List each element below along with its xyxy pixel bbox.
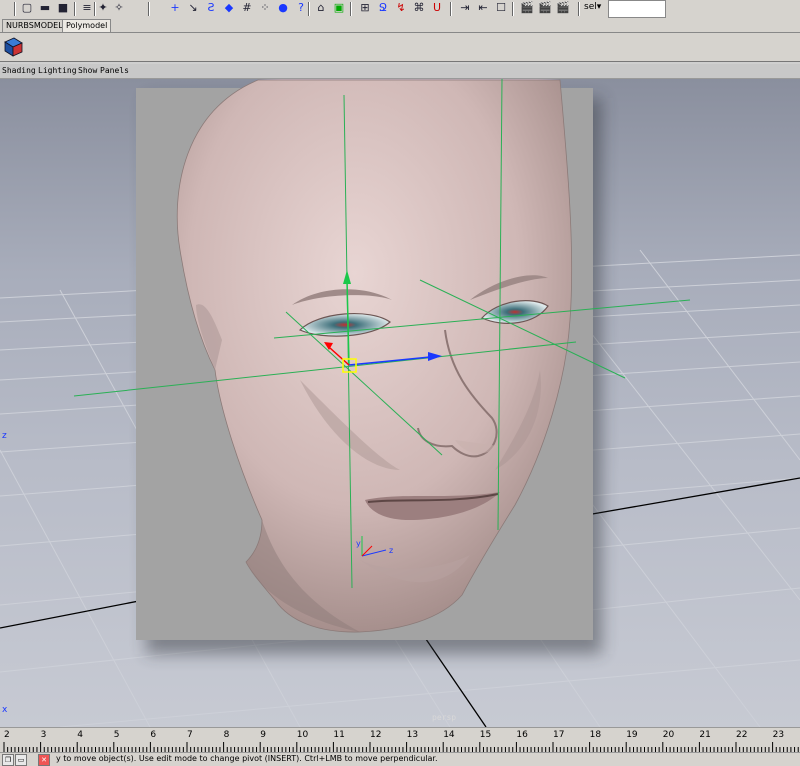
world-axis-indicator: z x	[2, 431, 8, 715]
time-tick-label: 13	[406, 730, 419, 740]
tab-nurbsmodel[interactable]: NURBSMODEL	[2, 19, 67, 32]
help-icon[interactable]: ?	[294, 1, 308, 15]
time-tick-label: 23	[772, 730, 785, 740]
tab-polymodel[interactable]: Polymodel	[62, 19, 112, 32]
time-tick-label: 22	[736, 730, 748, 740]
shelf-tabs: NURBSMODEL Polymodel	[0, 18, 800, 33]
time-tick-label: 15	[479, 730, 492, 740]
menu-shading[interactable]: Shading	[2, 66, 36, 75]
world-x-label: x	[2, 705, 8, 715]
quick-select-field[interactable]	[608, 0, 666, 18]
magnet-icon[interactable]: U	[430, 1, 444, 15]
menu-show[interactable]: Show	[78, 66, 97, 75]
viewport-canvas[interactable]: y z z x	[0, 79, 800, 727]
lasso-icon[interactable]: ↘	[186, 1, 200, 15]
new-scene-icon[interactable]: ▢	[20, 1, 34, 15]
import-icon[interactable]: ⇥	[458, 1, 472, 15]
lock-icon[interactable]: ⌂	[314, 1, 328, 15]
toolbar-separator	[512, 2, 514, 16]
time-tick-label: 7	[187, 730, 193, 740]
time-tick-label: 20	[662, 730, 675, 740]
time-tick-label: 9	[260, 730, 266, 740]
time-tick-label: 21	[699, 730, 711, 740]
gizmo-z-label: z	[389, 546, 393, 555]
shelf	[0, 33, 800, 62]
toolbar-separator	[308, 2, 310, 16]
time-tick-label: 6	[150, 730, 157, 740]
clapboard-c-icon[interactable]: 🎬	[556, 1, 570, 15]
select-hierarchy-icon[interactable]: ≡	[80, 1, 94, 15]
construction-icon[interactable]: ⌘	[412, 1, 426, 15]
help-line: ❐ ▭ ✕ y to move object(s). Use edit mode…	[0, 752, 800, 766]
camera-label: persp	[432, 713, 457, 722]
status-line-toolbar: ▢ ▬ ■ ≡ ✦ ✧ + ↘ Ƨ ◆ # ⁘ ● ? ⌂ ▣ ⊞ Ջ ↯ ⌘ …	[0, 0, 800, 19]
toolbar-separator	[450, 2, 452, 16]
minimize-window-icon[interactable]: ▭	[15, 754, 27, 766]
time-tick-label: 11	[333, 730, 345, 740]
add-point-icon[interactable]: +	[168, 1, 182, 15]
time-tick-label: 5	[113, 730, 120, 740]
clapboard-a-icon[interactable]: 🎬	[520, 1, 534, 15]
select-object-icon[interactable]: ✦	[96, 1, 110, 15]
toolbar-separator	[148, 2, 150, 16]
toolbar-separator	[14, 2, 16, 16]
panel-menu-bar: Shading Lighting Show Panels	[0, 64, 800, 79]
perspective-viewport[interactable]: y z z x	[0, 79, 800, 727]
time-tick-label: 2	[4, 730, 10, 740]
open-scene-icon[interactable]: ▬	[38, 1, 52, 15]
cube-tool-icon[interactable]	[2, 36, 24, 58]
snap-grid-icon[interactable]: #	[240, 1, 254, 15]
history-icon[interactable]: ▣	[332, 1, 346, 15]
time-tick-label: 18	[589, 730, 602, 740]
toolbar-separator	[578, 2, 580, 16]
world-z-label: z	[2, 431, 7, 441]
time-tick-label: 10	[296, 730, 309, 740]
time-tick-label: 12	[370, 730, 382, 740]
close-window-icon[interactable]: ✕	[38, 754, 50, 766]
select-component-icon[interactable]: ✧	[112, 1, 126, 15]
time-tick-label: 16	[516, 730, 528, 740]
time-slider-ticks	[3, 742, 799, 753]
menu-panels[interactable]: Panels	[100, 66, 129, 75]
restore-window-icon[interactable]: ❐	[2, 754, 14, 766]
output-ops-icon[interactable]: ↯	[394, 1, 408, 15]
snap-point-icon[interactable]: ⁘	[258, 1, 272, 15]
selection-mode-dropdown[interactable]: sel▾	[584, 2, 601, 12]
gizmo-y-label: y	[356, 539, 361, 548]
save-scene-icon[interactable]: ■	[56, 1, 70, 15]
time-tick-label: 4	[77, 730, 83, 740]
time-slider[interactable]: 2 3 4 5 6 7 8 9 10 11 12 13 14 15 16 17 18 19 20 21 22 23	[0, 727, 800, 753]
toolbar-separator	[350, 2, 352, 16]
grid-icon[interactable]: ⊞	[358, 1, 372, 15]
paint-icon[interactable]: Ƨ	[204, 1, 218, 15]
time-tick-label: 17	[553, 730, 565, 740]
snap-surface-icon[interactable]: ◆	[222, 1, 236, 15]
render-icon[interactable]: ●	[276, 1, 290, 15]
toggle-a-icon[interactable]: ☐	[494, 1, 508, 15]
export-icon[interactable]: ⇤	[476, 1, 490, 15]
toolbar-separator	[74, 2, 76, 16]
input-ops-icon[interactable]: Ջ	[376, 1, 390, 15]
clapboard-b-icon[interactable]: 🎬	[538, 1, 552, 15]
time-tick-label: 8	[223, 730, 230, 740]
help-line-text: y to move object(s). Use edit mode to ch…	[56, 754, 438, 763]
time-tick-label: 19	[626, 730, 638, 740]
time-tick-label: 3	[40, 730, 47, 740]
time-tick-label: 14	[443, 730, 455, 740]
menu-lighting[interactable]: Lighting	[38, 66, 77, 75]
